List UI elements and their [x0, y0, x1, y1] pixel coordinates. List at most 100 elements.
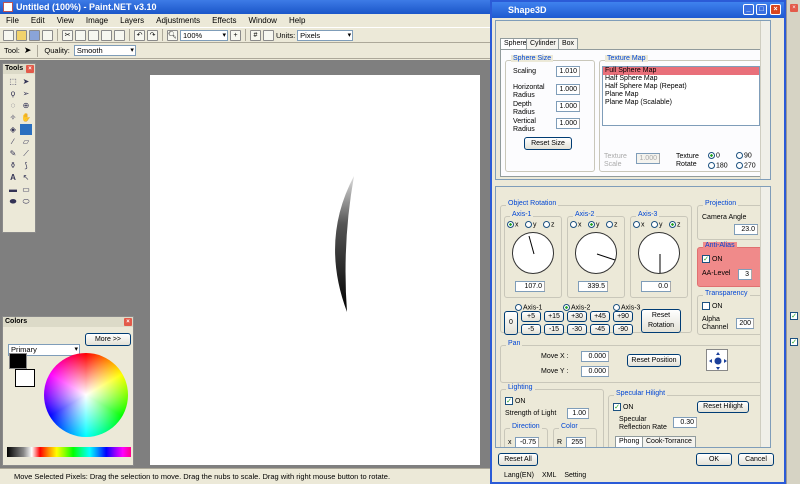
lang-menu[interactable]: Lang(EN) — [504, 470, 534, 482]
more-colors-button[interactable]: More >> — [85, 333, 131, 346]
menu-layers[interactable]: Layers — [114, 14, 150, 27]
ok-button[interactable]: OK — [696, 453, 732, 466]
ellipse-select-icon[interactable]: ◌ — [7, 100, 19, 111]
plus-5-button[interactable]: +5 — [521, 311, 541, 322]
maximize-icon[interactable]: □ — [756, 4, 767, 15]
list-item[interactable]: Plane Map — [603, 91, 759, 99]
undo-icon[interactable]: ↶ — [134, 29, 145, 41]
menu-image[interactable]: Image — [80, 14, 114, 27]
gradient-icon[interactable] — [20, 124, 32, 135]
ruler-icon[interactable] — [263, 29, 274, 41]
close-icon[interactable]: × — [26, 65, 34, 73]
axis3-z-option[interactable]: z — [669, 221, 681, 229]
rectangle-shape-icon[interactable]: ▬ — [7, 184, 19, 195]
reset-position-button[interactable]: Reset Position — [627, 354, 681, 367]
rotate-180-option[interactable]: 180 — [708, 162, 728, 170]
save-icon[interactable] — [29, 29, 40, 41]
move-pixels-icon[interactable]: ➤ — [20, 76, 32, 87]
cut-icon[interactable]: ✂ — [62, 29, 73, 41]
aa-level-input[interactable]: 3 — [738, 269, 752, 280]
zoom-combo[interactable]: 100% — [180, 29, 228, 41]
close-icon[interactable]: × — [790, 4, 798, 12]
tab-phong[interactable]: Phong — [615, 436, 644, 447]
ellipse-shape-icon[interactable]: ⬬ — [7, 196, 19, 207]
redo-icon[interactable]: ↷ — [147, 29, 158, 41]
reset-hilight-button[interactable]: Reset Hilight — [697, 401, 749, 413]
plus-15-button[interactable]: +15 — [544, 311, 564, 322]
axis1-y-option[interactable]: y — [525, 221, 537, 229]
secondary-color-swatch[interactable] — [15, 369, 35, 387]
menu-window[interactable]: Window — [242, 14, 282, 27]
axis3-value-input[interactable]: 0.0 — [641, 281, 671, 292]
move-y-input[interactable]: 0.000 — [581, 366, 609, 377]
text-tool-icon[interactable]: A — [7, 172, 19, 183]
menu-file[interactable]: File — [0, 14, 25, 27]
minus-90-button[interactable]: -90 — [613, 324, 633, 335]
axis3-y-option[interactable]: y — [651, 221, 663, 229]
move-x-input[interactable]: 0.000 — [581, 351, 609, 362]
quality-combo[interactable]: Smooth — [73, 45, 136, 56]
zoom-out-icon[interactable]: 🔍︎ — [167, 29, 178, 41]
axis1-x-option[interactable]: x — [507, 221, 519, 229]
reset-size-button[interactable]: Reset Size — [524, 137, 572, 150]
axis2-z-option[interactable]: z — [606, 221, 618, 229]
minus-30-button[interactable]: -30 — [567, 324, 587, 335]
color-r-input[interactable]: 255 — [566, 437, 586, 447]
crop-icon[interactable] — [101, 29, 112, 41]
close-icon[interactable]: × — [124, 318, 132, 326]
lasso-icon[interactable]: ϙ — [7, 88, 19, 99]
pan-tool-icon[interactable]: ✋ — [20, 112, 32, 123]
upper-scrollbar[interactable] — [760, 21, 770, 179]
transparency-on-option[interactable]: ON — [702, 302, 722, 311]
copy-icon[interactable] — [75, 29, 86, 41]
color-wheel[interactable] — [44, 353, 128, 437]
vertical-radius-input[interactable]: 1.000 — [556, 118, 580, 129]
units-combo[interactable]: Pixels — [297, 29, 354, 41]
depth-radius-input[interactable]: 1.000 — [556, 101, 580, 112]
eraser-icon[interactable]: ▱ — [20, 136, 32, 147]
rect-select-icon[interactable]: ⬚ — [7, 76, 19, 87]
scaling-input[interactable]: 1.010 — [556, 66, 580, 77]
minimize-icon[interactable]: _ — [743, 4, 754, 15]
rounded-rect-icon[interactable]: ▭ — [20, 184, 32, 195]
menu-view[interactable]: View — [51, 14, 80, 27]
axis3-x-option[interactable]: x — [633, 221, 645, 229]
axis2-dial[interactable] — [575, 232, 617, 274]
bucket-icon[interactable]: ◈ — [7, 124, 19, 135]
print-icon[interactable] — [42, 29, 53, 41]
clone-icon[interactable]: ⚱ — [7, 160, 19, 171]
rotate-270-option[interactable]: 270 — [736, 162, 756, 170]
new-icon[interactable] — [3, 29, 14, 41]
antialias-on-option[interactable]: ✓ ON — [702, 255, 722, 264]
color-palette-strip[interactable] — [7, 447, 131, 457]
axis1-dial[interactable] — [512, 232, 554, 274]
axis2-value-input[interactable]: 339.5 — [578, 281, 608, 292]
open-icon[interactable] — [16, 29, 27, 41]
xml-menu[interactable]: XML — [542, 470, 556, 482]
specular-on-option[interactable]: ✓ ON — [613, 403, 633, 412]
recolor-icon[interactable]: ⟆ — [20, 160, 32, 171]
close-icon[interactable]: × — [770, 4, 781, 15]
freeform-shape-icon[interactable]: ⬭ — [20, 196, 32, 207]
move-tool-icon[interactable]: ➤ — [24, 45, 32, 56]
reset-rotation-button[interactable]: Reset Rotation — [641, 309, 681, 333]
axis1-value-input[interactable]: 107.0 — [515, 281, 545, 292]
primary-color-swatch[interactable] — [9, 353, 27, 369]
pencil-icon[interactable]: ✎ — [7, 148, 19, 159]
move-selection-icon[interactable]: ➢ — [20, 88, 32, 99]
grid-icon[interactable]: # — [250, 29, 261, 41]
minus-15-button[interactable]: -15 — [544, 324, 564, 335]
plus-30-button[interactable]: +30 — [567, 311, 587, 322]
alpha-channel-input[interactable]: 200 — [736, 318, 754, 329]
camera-angle-input[interactable]: 23.0 — [734, 224, 758, 235]
axis3-dial[interactable] — [638, 232, 680, 274]
list-item[interactable]: Full Sphere Map — [603, 67, 759, 75]
minus-5-button[interactable]: -5 — [521, 324, 541, 335]
direction-x-input[interactable]: -0.75 — [515, 437, 539, 447]
image-canvas[interactable] — [150, 75, 480, 465]
texture-scale-input[interactable]: 1.000 — [636, 153, 660, 164]
paste-icon[interactable] — [88, 29, 99, 41]
lighting-on-option[interactable]: ✓ ON — [505, 397, 525, 406]
axis2-x-option[interactable]: x — [570, 221, 582, 229]
list-item[interactable]: Plane Map (Scalable) — [603, 99, 759, 107]
